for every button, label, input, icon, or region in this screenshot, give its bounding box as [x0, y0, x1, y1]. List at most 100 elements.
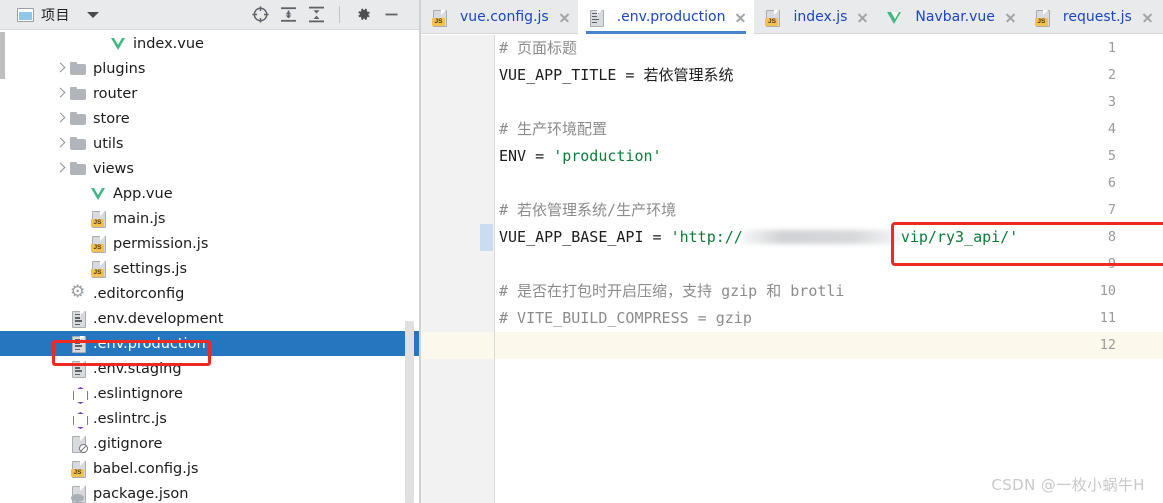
code-segment: # 页面标题 — [499, 39, 578, 57]
code-line-7[interactable]: # 若依管理系统/生产环境 — [499, 197, 676, 224]
tab-navbar-vue[interactable]: Navbar.vue — [876, 0, 1024, 34]
vue-file-icon — [886, 9, 903, 26]
close-icon[interactable] — [856, 11, 869, 24]
minimize-icon[interactable] — [379, 3, 403, 27]
close-icon[interactable] — [734, 11, 747, 24]
js-file-icon: JS — [90, 210, 107, 228]
js-file-icon: JS — [764, 9, 781, 27]
tree-item-label: router — [93, 85, 138, 102]
tree-item-app-vue[interactable]: App.vue — [0, 181, 421, 206]
locate-file-icon[interactable] — [248, 3, 272, 27]
chevron-right-icon[interactable] — [54, 87, 67, 100]
code-line-1[interactable]: # 页面标题 — [499, 35, 577, 62]
tree-item-label: babel.config.js — [93, 460, 199, 477]
tree-item-router[interactable]: router — [0, 81, 421, 106]
chevron-right-icon[interactable] — [54, 137, 67, 150]
project-panel: 项目 index.vue plugins router store utils … — [0, 0, 421, 503]
tree-item--env-development[interactable]: .env.development — [0, 306, 421, 331]
tree-item-store[interactable]: store — [0, 106, 421, 131]
folder-icon — [70, 110, 87, 127]
code-editor[interactable]: 1 2 3 4 5 6 7 8 9 10 11 12 # 页面标题 VUE_APP_TITLE = 若依… — [421, 35, 1163, 503]
line-number: 4 — [1107, 121, 1116, 137]
tree-item-label: .gitignore — [93, 435, 163, 452]
code-line-8[interactable]: VUE_APP_BASE_API = 'http:// vip/ry3_api/' — [499, 224, 1018, 251]
tree-item-main-js[interactable]: JS main.js — [0, 206, 421, 231]
tree-item-utils[interactable]: utils — [0, 131, 421, 156]
close-icon[interactable] — [558, 11, 571, 24]
code-line-4[interactable]: # 生产环境配置 — [499, 116, 607, 143]
tab-index-js[interactable]: JS index.js — [754, 0, 876, 34]
code-line-5[interactable]: ENV = 'production' — [499, 143, 662, 170]
code-segment: # 是否在打包时开启压缩，支持 gzip 和 brotli — [499, 282, 845, 300]
project-panel-title: 项目 — [41, 7, 70, 24]
tab-request-js[interactable]: JS request.js — [1024, 0, 1161, 34]
tree-item--env-production[interactable]: .env.production — [0, 331, 421, 356]
project-file-tree[interactable]: index.vue plugins router store utils views App… — [0, 31, 421, 503]
file-tree-edge-scrollbar[interactable] — [0, 32, 5, 79]
tree-item-label: plugins — [93, 60, 146, 77]
editor-gutter[interactable] — [421, 35, 494, 503]
line-number: 12 — [1099, 337, 1116, 353]
csdn-watermark: CSDN @一枚小蜗牛H — [991, 476, 1145, 494]
tree-item-plugins[interactable]: plugins — [0, 56, 421, 81]
tree-item--editorconfig[interactable]: .editorconfig — [0, 281, 421, 306]
tab--env-production[interactable]: .env.production — [577, 0, 755, 34]
tree-item-settings-js[interactable]: JS settings.js — [0, 256, 421, 281]
text-file-icon — [588, 9, 605, 27]
tree-item-babel-config-js[interactable]: JS babel.config.js — [0, 456, 421, 481]
close-icon[interactable] — [1141, 11, 1154, 24]
tree-item--eslintrc-js[interactable]: .eslintrc.js — [0, 406, 421, 431]
text-file-icon — [70, 335, 87, 353]
tree-item-index-vue[interactable]: index.vue — [0, 31, 421, 56]
tree-item-label: views — [93, 160, 134, 177]
tree-item-label: .env.staging — [93, 360, 182, 377]
code-segment: vip/ry3_api/' — [900, 228, 1019, 246]
tree-item--eslintignore[interactable]: .eslintignore — [0, 381, 421, 406]
code-segment: 'production' — [553, 147, 662, 165]
line-number: 9 — [1107, 256, 1116, 272]
chevron-right-icon[interactable] — [54, 162, 67, 175]
project-title-group[interactable]: 项目 — [0, 5, 99, 25]
tree-item--gitignore[interactable]: .gitignore — [0, 431, 421, 456]
tree-item-label: main.js — [113, 210, 166, 227]
close-icon[interactable] — [1004, 11, 1017, 24]
chevron-down-icon[interactable] — [87, 11, 99, 18]
code-line-10[interactable]: # 是否在打包时开启压缩，支持 gzip 和 brotli — [499, 278, 844, 305]
line-number: 11 — [1099, 310, 1116, 326]
tree-item-package-json[interactable]: package.json — [0, 481, 421, 503]
gitignore-icon — [70, 435, 88, 453]
expand-all-icon[interactable] — [276, 3, 300, 27]
tree-item-permission-js[interactable]: JS permission.js — [0, 231, 421, 256]
tab-label: Navbar.vue — [915, 9, 995, 25]
tree-item--env-staging[interactable]: .env.staging — [0, 356, 421, 381]
tree-item-label: .env.development — [93, 310, 224, 327]
tab-vue-config-js[interactable]: JS vue.config.js — [421, 0, 578, 34]
folder-icon — [70, 60, 87, 77]
editor-area: JS vue.config.js .env.production JS index.js… — [421, 0, 1163, 503]
collapse-all-icon[interactable] — [304, 3, 328, 27]
line-number: 1 — [1107, 40, 1116, 56]
code-segment: # 若依管理系统/生产环境 — [499, 201, 677, 219]
chevron-right-icon[interactable] — [54, 62, 67, 75]
code-line-2[interactable]: VUE_APP_TITLE = 若依管理系统 — [499, 62, 734, 89]
file-tree-vertical-scrollbar[interactable] — [405, 321, 414, 503]
tree-item-label: permission.js — [113, 235, 209, 252]
tab-label: vue.config.js — [460, 9, 549, 25]
code-line-11[interactable]: # VITE_BUILD_COMPRESS = gzip — [499, 305, 752, 332]
editor-tab-bar[interactable]: JS vue.config.js .env.production JS index.js… — [421, 0, 1163, 34]
folder-icon — [70, 85, 87, 102]
folder-icon — [70, 135, 87, 152]
tree-item-label: .eslintignore — [93, 385, 183, 402]
settings-gear-icon[interactable] — [351, 3, 375, 27]
tree-item-label: settings.js — [113, 260, 188, 277]
vue-file-icon — [90, 185, 107, 202]
chevron-right-icon[interactable] — [54, 112, 67, 125]
project-window-icon — [17, 7, 34, 22]
tree-item-views[interactable]: views — [0, 156, 421, 181]
